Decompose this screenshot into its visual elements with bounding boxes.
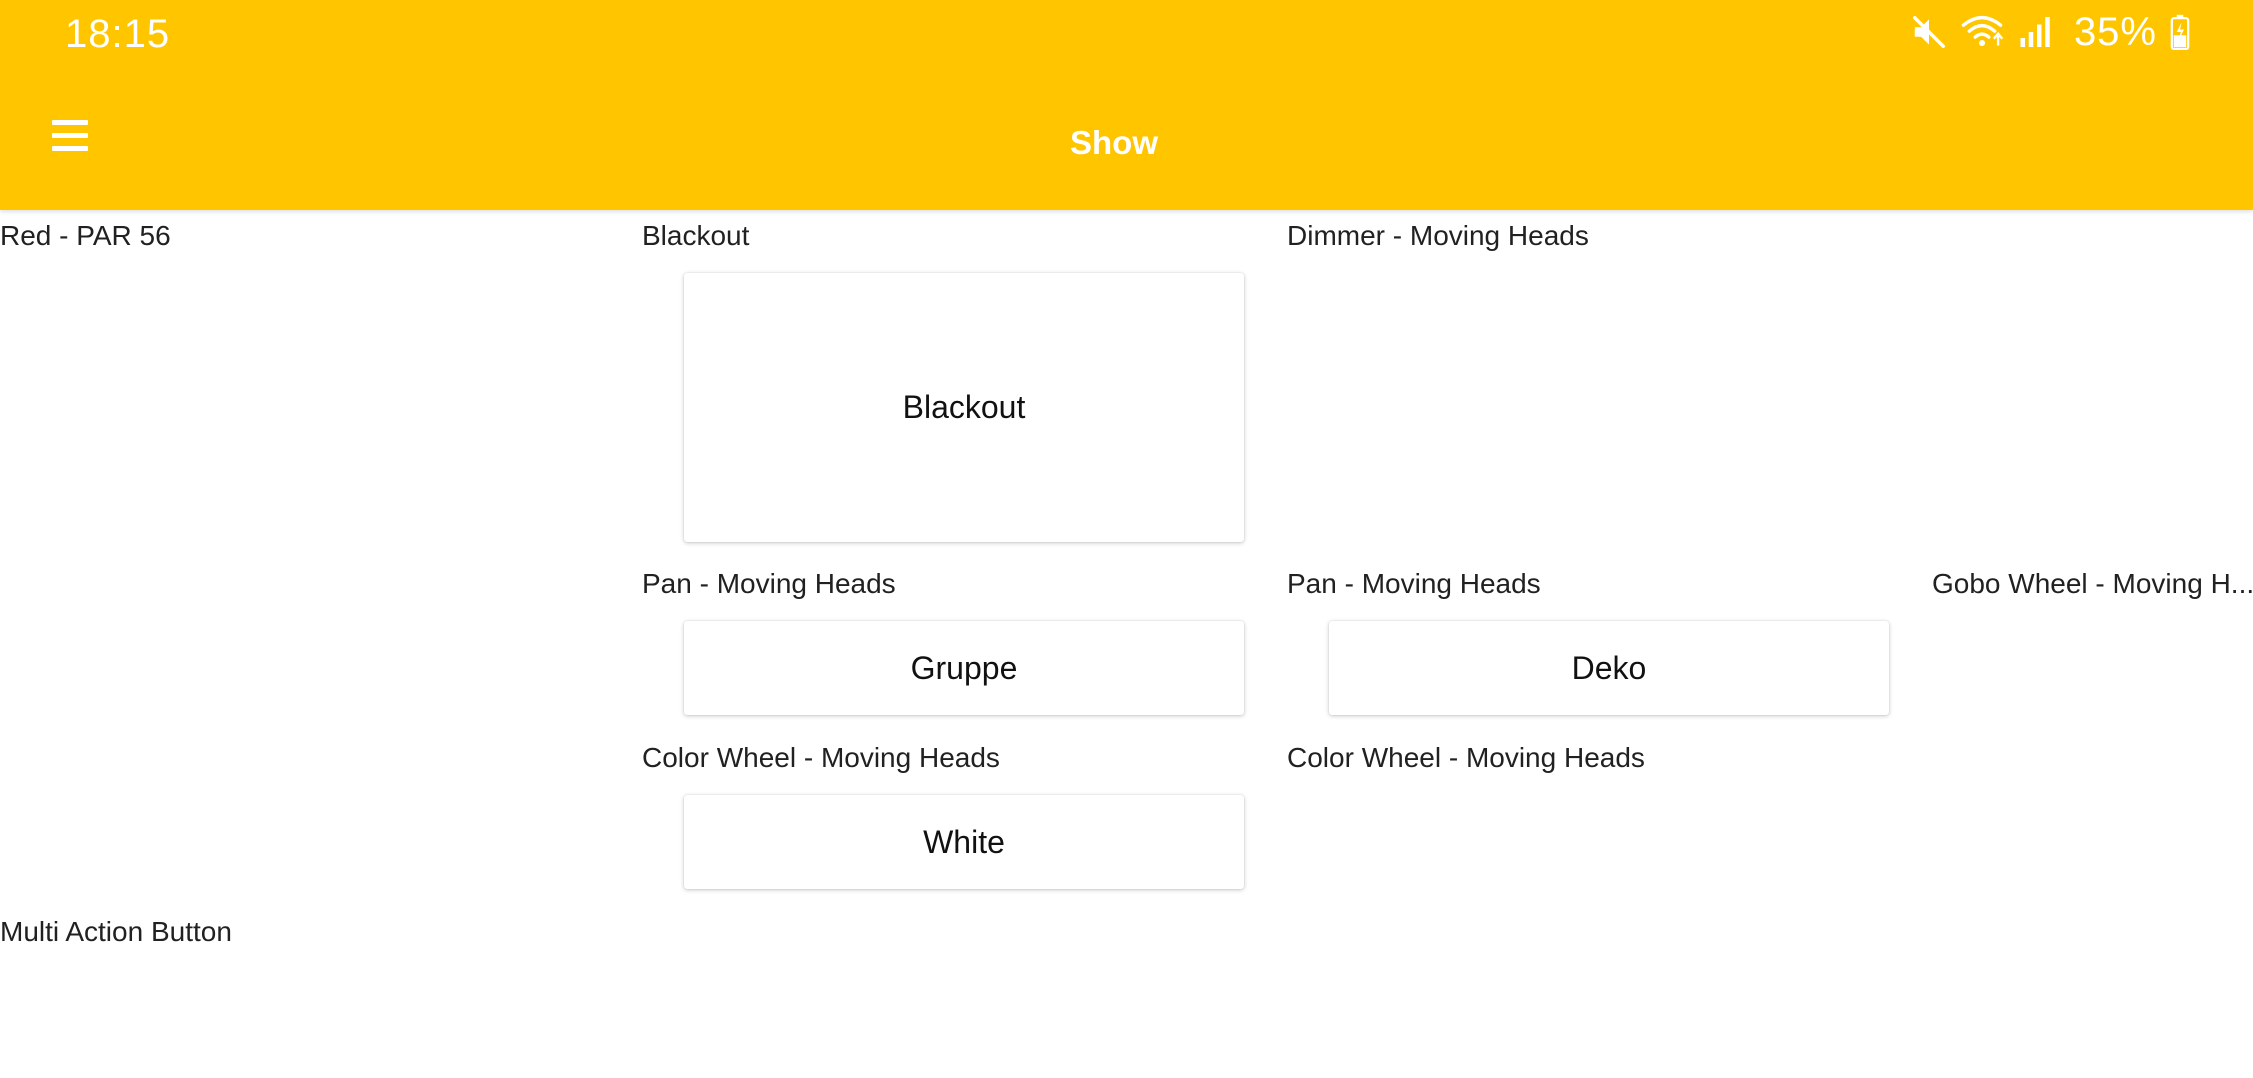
gruppe-button[interactable]: Gruppe — [684, 621, 1244, 715]
cell-label-color-wheel-2: Color Wheel - Moving Heads — [1287, 742, 1645, 773]
cell-label-multi-action: Multi Action Button — [0, 916, 232, 947]
white-button[interactable]: White — [684, 795, 1244, 889]
cell-label-gobo-wheel: Gobo Wheel - Moving H... — [1932, 568, 2253, 599]
battery-percentage: 35% — [2073, 9, 2157, 54]
mute-icon — [1910, 13, 1948, 51]
app-bar: 18:15 35% Show — [0, 0, 2253, 210]
cell-label-blackout: Blackout — [642, 220, 750, 251]
battery-charging-icon — [2169, 14, 2191, 50]
signal-icon — [2016, 14, 2052, 50]
status-time: 18:15 — [65, 12, 171, 56]
blackout-button[interactable]: Blackout — [684, 273, 1244, 542]
wifi-icon — [1960, 13, 2004, 51]
cell-label-red-par56: Red - PAR 56 — [0, 220, 171, 251]
cell-label-pan-deko: Pan - Moving Heads — [1287, 568, 1541, 599]
cell-label-color-wheel-white: Color Wheel - Moving Heads — [642, 742, 1000, 773]
deko-button[interactable]: Deko — [1329, 621, 1889, 715]
status-icons: 35% — [1910, 10, 2191, 54]
cell-label-dimmer: Dimmer - Moving Heads — [1287, 220, 1589, 251]
page-title: Show — [1070, 124, 1158, 161]
cell-label-pan-group: Pan - Moving Heads — [642, 568, 896, 599]
